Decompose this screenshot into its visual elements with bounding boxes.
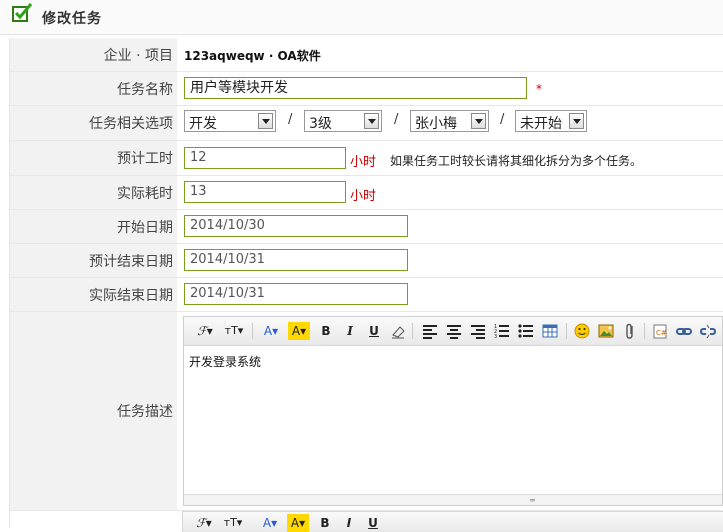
estimated-hours-input[interactable]: 12 bbox=[184, 147, 346, 169]
editor-toolbar: ℱ▾ ᴛT▾ A▾ A▾ B I U 123 C# bbox=[184, 317, 722, 346]
attachment-icon[interactable] bbox=[622, 322, 638, 340]
chevron-down-icon bbox=[258, 113, 273, 129]
font-size-button[interactable]: ᴛT▾ bbox=[222, 322, 246, 340]
title-bar: 修改任务 bbox=[0, 0, 723, 35]
start-date-label: 开始日期 bbox=[117, 219, 173, 236]
task-level-select[interactable]: 3级 bbox=[304, 110, 382, 132]
required-mark: * bbox=[536, 82, 542, 96]
task-assignee-value: 张小梅 bbox=[415, 116, 457, 132]
bold-button[interactable]: B bbox=[318, 322, 334, 340]
checkbox-checked-icon bbox=[12, 3, 33, 22]
editor-content[interactable]: 开发登录系统 bbox=[189, 353, 261, 370]
table-icon[interactable] bbox=[542, 322, 558, 340]
font-family-button[interactable]: ℱ▾ bbox=[193, 514, 215, 532]
actual-end-date-label: 实际结束日期 bbox=[89, 287, 173, 304]
highlight-color-button[interactable]: A▾ bbox=[288, 322, 310, 340]
page-title: 修改任务 bbox=[42, 11, 102, 27]
svg-text:3: 3 bbox=[494, 334, 497, 340]
task-type-value: 开发 bbox=[189, 116, 217, 132]
italic-button[interactable]: I bbox=[341, 514, 357, 532]
link-icon[interactable] bbox=[676, 322, 692, 340]
rich-text-editor[interactable]: ℱ▾ ᴛT▾ A▾ A▾ B I U 123 C# 开发登录系统 ═ bbox=[183, 316, 723, 506]
company-project-value: 123aqweqw · OA软件 bbox=[184, 49, 321, 63]
eraser-icon[interactable] bbox=[390, 322, 406, 340]
separator: / bbox=[288, 112, 293, 127]
resize-grip-icon: ═ bbox=[530, 496, 535, 505]
task-edit-form: 企业 · 项目 123aqweqw · OA软件 任务名称 用户等模块开发 * … bbox=[9, 38, 723, 528]
actual-end-date-input[interactable]: 2014/10/31 bbox=[184, 283, 408, 305]
task-status-select[interactable]: 未开始 bbox=[515, 110, 587, 132]
estimated-end-date-label: 预计结束日期 bbox=[89, 253, 173, 270]
underline-button[interactable]: U bbox=[365, 514, 381, 532]
estimated-hours-unit: 小时 bbox=[350, 155, 377, 170]
estimated-hours-label: 预计工时 bbox=[117, 151, 173, 167]
italic-button[interactable]: I bbox=[342, 322, 358, 340]
estimated-hours-note: 如果任务工时较长请将其细化拆分为多个任务。 bbox=[390, 154, 643, 168]
actual-hours-input[interactable]: 13 bbox=[184, 181, 346, 203]
row-description: 任务描述 ℱ▾ ᴛT▾ A▾ A▾ B I U 123 C# 开发登录系统 ═ bbox=[10, 312, 723, 511]
chevron-down-icon bbox=[569, 113, 584, 129]
editor-resize-handle[interactable]: ═ bbox=[184, 494, 722, 505]
underline-button[interactable]: U bbox=[366, 322, 382, 340]
font-color-button[interactable]: A▾ bbox=[260, 322, 282, 340]
task-options-label: 任务相关选项 bbox=[89, 116, 173, 132]
align-left-icon[interactable] bbox=[422, 322, 438, 340]
row-estimated-hours: 预计工时 12 小时 如果任务工时较长请将其细化拆分为多个任务。 bbox=[10, 141, 723, 176]
description-label: 任务描述 bbox=[117, 404, 173, 420]
unlink-icon[interactable] bbox=[700, 322, 716, 340]
row-task-options: 任务相关选项 开发 / 3级 / 张小梅 / 未开始 bbox=[10, 106, 723, 141]
estimated-end-date-input[interactable]: 2014/10/31 bbox=[184, 249, 408, 271]
font-size-button[interactable]: ᴛT▾ bbox=[221, 514, 245, 532]
row-task-name: 任务名称 用户等模块开发 * bbox=[10, 72, 723, 106]
start-date-input[interactable]: 2014/10/30 bbox=[184, 215, 408, 237]
unordered-list-icon[interactable] bbox=[518, 322, 534, 340]
separator: / bbox=[394, 112, 399, 127]
task-type-select[interactable]: 开发 bbox=[184, 110, 276, 132]
font-color-button[interactable]: A▾ bbox=[259, 514, 281, 532]
task-name-label: 任务名称 bbox=[117, 81, 173, 98]
task-assignee-select[interactable]: 张小梅 bbox=[410, 110, 489, 132]
align-center-icon[interactable] bbox=[446, 322, 462, 340]
font-family-button[interactable]: ℱ▾ bbox=[194, 322, 216, 340]
emoticon-icon[interactable] bbox=[574, 322, 590, 340]
ordered-list-icon[interactable]: 123 bbox=[494, 322, 510, 340]
image-icon[interactable] bbox=[598, 322, 614, 340]
row-actual-end-date: 实际结束日期 2014/10/31 bbox=[10, 278, 723, 312]
row-estimated-end-date: 预计结束日期 2014/10/31 bbox=[10, 244, 723, 278]
chevron-down-icon bbox=[364, 113, 379, 129]
highlight-color-button[interactable]: A▾ bbox=[287, 514, 309, 532]
actual-hours-unit: 小时 bbox=[350, 189, 377, 204]
task-level-value: 3级 bbox=[309, 116, 332, 132]
task-name-input[interactable]: 用户等模块开发 bbox=[184, 77, 527, 99]
separator: / bbox=[500, 112, 505, 127]
svg-text:C#: C# bbox=[656, 329, 667, 337]
row-company-project: 企业 · 项目 123aqweqw · OA软件 bbox=[10, 38, 723, 72]
actual-hours-label: 实际耗时 bbox=[117, 185, 173, 202]
editor-toolbar-partial: ℱ▾ ᴛT▾ A▾ A▾ B I U bbox=[182, 511, 723, 532]
code-icon[interactable]: C# bbox=[652, 322, 668, 340]
row-actual-hours: 实际耗时 13 小时 bbox=[10, 176, 723, 210]
bold-button[interactable]: B bbox=[317, 514, 333, 532]
company-project-label: 企业 · 项目 bbox=[103, 47, 173, 64]
row-start-date: 开始日期 2014/10/30 bbox=[10, 210, 723, 244]
align-right-icon[interactable] bbox=[470, 322, 486, 340]
task-status-value: 未开始 bbox=[520, 116, 562, 132]
chevron-down-icon bbox=[471, 113, 486, 129]
